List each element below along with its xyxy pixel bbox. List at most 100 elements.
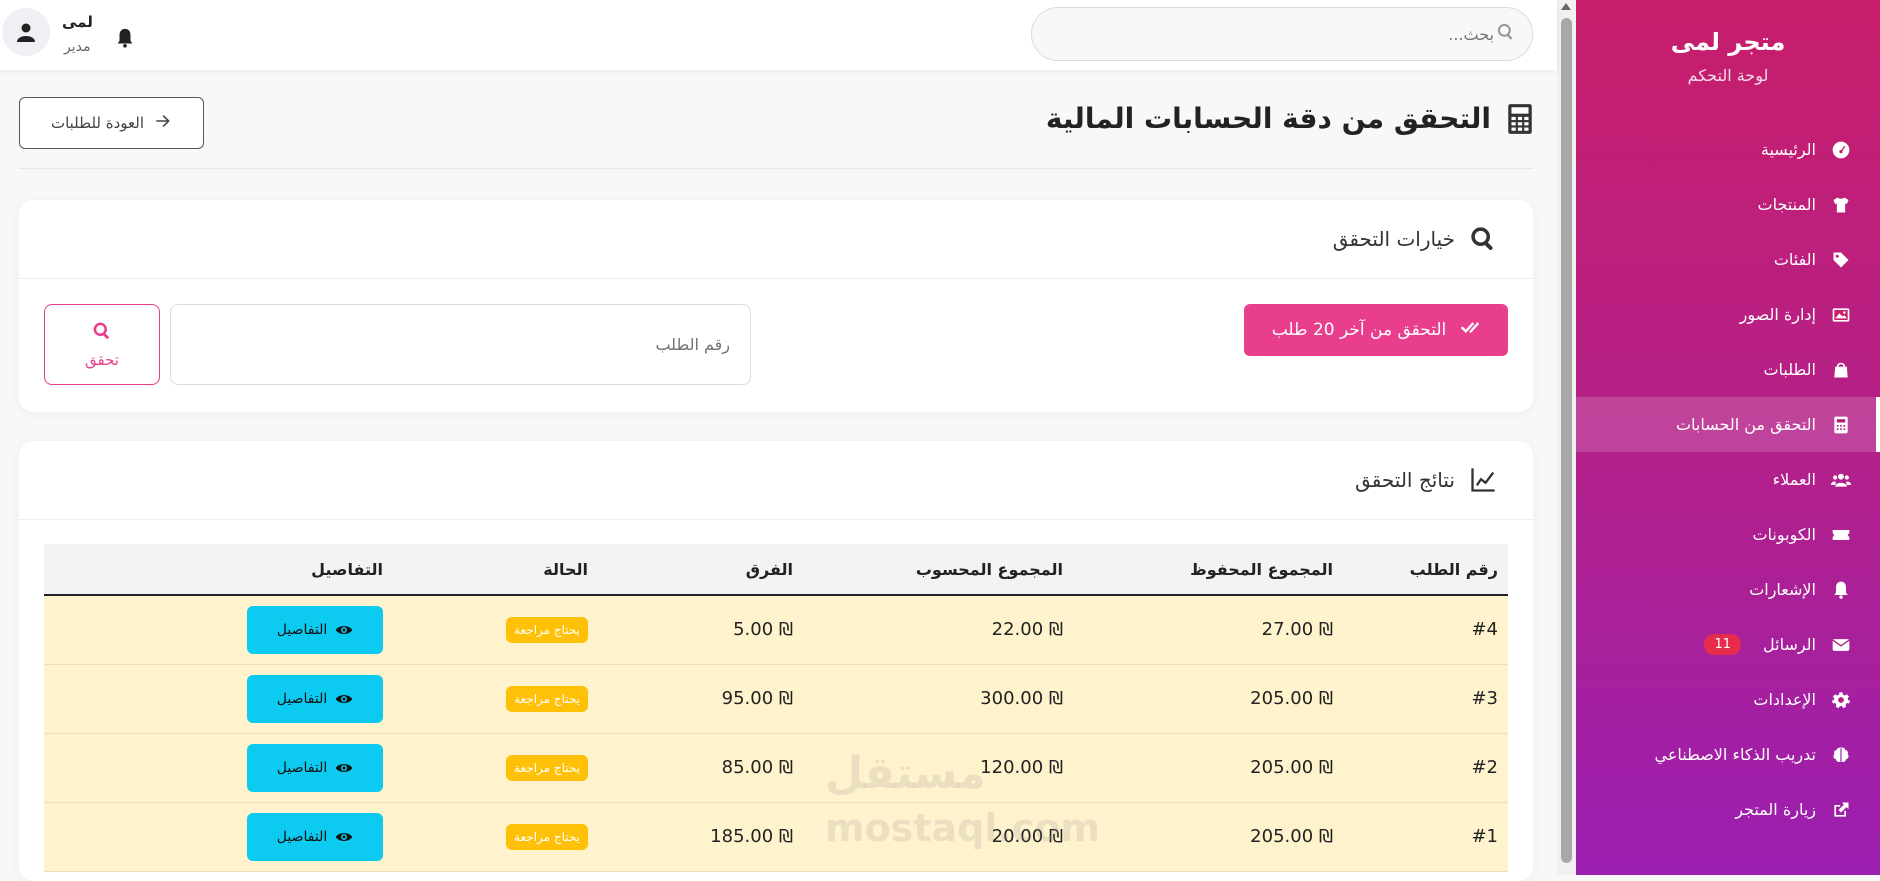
details-button[interactable]: التفاصيل: [247, 743, 383, 792]
calculated-total-cell: ₪ 120.00: [803, 733, 1073, 803]
details-cell: التفاصيل: [44, 733, 393, 803]
notifications-bell-icon[interactable]: [114, 27, 136, 53]
messages-count-badge: 11: [1704, 634, 1741, 655]
column-header[interactable]: التفاصيل: [44, 544, 393, 596]
card-title: نتائج التحقق: [1355, 468, 1455, 492]
column-header[interactable]: المجموع المحسوب: [803, 544, 1073, 596]
search-box[interactable]: [1031, 7, 1533, 61]
sidebar-item-categories[interactable]: الفئات: [1576, 232, 1880, 287]
verification-options-card: خيارات التحقق التحقق من آخر 20 طلب تحقق: [19, 200, 1533, 412]
ticket-icon: [1830, 524, 1852, 546]
sidebar-item-products[interactable]: المنتجات: [1576, 177, 1880, 232]
order-number-cell: #3: [1343, 664, 1508, 734]
sidebar-item-orders[interactable]: الطلبات: [1576, 342, 1880, 397]
order-number-input[interactable]: [170, 304, 751, 385]
eye-icon: [335, 763, 353, 772]
column-header[interactable]: رقم الطلب: [1343, 544, 1508, 596]
tags-icon: [1830, 249, 1852, 271]
double-check-icon: [1460, 318, 1480, 343]
scrollbar-thumb[interactable]: [1561, 18, 1572, 863]
details-button[interactable]: التفاصيل: [247, 812, 383, 861]
verify-button-label: تحقق: [85, 350, 119, 369]
difference-cell: ₪ 185.00: [598, 802, 803, 872]
order-number-cell: #4: [1343, 595, 1508, 665]
sidebar-item-label: زيارة المتجر: [1735, 800, 1816, 819]
calculated-total-cell: ₪ 22.00: [803, 595, 1073, 665]
scroll-up-arrow-icon[interactable]: [1561, 3, 1571, 10]
topbar: لمى مدير: [0, 0, 1557, 70]
brand: متجر لمى لوحة التحكم: [1576, 0, 1880, 122]
users-icon: [1830, 469, 1852, 491]
page-header: التحقق من دقة الحسابات المالية العودة لل…: [19, 70, 1533, 169]
sidebar-item-notifications[interactable]: الإشعارات: [1576, 562, 1880, 617]
calculator-icon: [1508, 103, 1532, 134]
gear-icon: [1830, 689, 1852, 711]
user-name: لمى: [62, 13, 93, 31]
images-icon: [1830, 304, 1852, 326]
sidebar-item-label: إدارة الصور: [1739, 305, 1816, 324]
sidebar-item-coupons[interactable]: الكوبونات: [1576, 507, 1880, 562]
status-badge: يحتاج مراجعة: [506, 823, 588, 850]
sidebar-item-label: الإعدادات: [1753, 690, 1816, 709]
sidebar-item-visit-store[interactable]: زيارة المتجر: [1576, 782, 1880, 837]
details-button-label: التفاصيل: [276, 759, 328, 776]
avatar[interactable]: [2, 8, 50, 56]
sidebar-item-settings[interactable]: الإعدادات: [1576, 672, 1880, 727]
sidebar-item-label: الكوبونات: [1752, 525, 1816, 544]
details-button-label: التفاصيل: [276, 621, 328, 638]
details-cell: التفاصيل: [44, 802, 393, 872]
details-button-label: التفاصيل: [276, 690, 328, 707]
details-button-label: التفاصيل: [276, 828, 328, 845]
brand-title: متجر لمى: [1670, 28, 1786, 56]
sidebar-item-accounts-verify[interactable]: التحقق من الحسابات: [1576, 397, 1880, 452]
back-to-orders-button[interactable]: العودة للطلبات: [19, 97, 204, 149]
column-header[interactable]: الحالة: [393, 544, 598, 596]
status-cell: يحتاج مراجعة: [393, 595, 598, 665]
sidebar-item-label: المنتجات: [1757, 195, 1817, 214]
verify-order-button[interactable]: تحقق: [44, 304, 160, 385]
order-number-cell: #2: [1343, 733, 1508, 803]
details-cell: التفاصيل: [44, 664, 393, 734]
details-cell: التفاصيل: [44, 595, 393, 665]
sidebar-item-home[interactable]: الرئيسية: [1576, 122, 1880, 177]
order-number-cell: #1: [1343, 802, 1508, 872]
table-row: #2 ₪ 205.00 ₪ 120.00 ₪ 85.00 يحتاج مراجع…: [44, 733, 1508, 803]
details-button[interactable]: التفاصيل: [247, 674, 383, 723]
search-input[interactable]: [1056, 23, 1496, 45]
eye-icon: [335, 625, 353, 634]
difference-cell: ₪ 5.00: [598, 595, 803, 665]
page-title: التحقق من دقة الحسابات المالية: [1046, 102, 1533, 135]
verify-last-20-label: التحقق من آخر 20 طلب: [1271, 320, 1447, 340]
status-badge: يحتاج مراجعة: [506, 685, 588, 712]
sidebar-item-label: الرسائل: [1763, 635, 1816, 654]
status-cell: يحتاج مراجعة: [393, 664, 598, 734]
sidebar-nav: الرئيسية المنتجات الفئات إدارة الصور الط…: [1576, 122, 1880, 837]
table-row: #4 ₪ 27.00 ₪ 22.00 ₪ 5.00 يحتاج مراجعة ا…: [44, 595, 1508, 665]
saved-total-cell: ₪ 205.00: [1073, 802, 1343, 872]
details-button[interactable]: التفاصيل: [247, 605, 383, 654]
sidebar-item-images[interactable]: إدارة الصور: [1576, 287, 1880, 342]
sidebar-item-label: تدريب الذكاء الاصطناعي: [1654, 745, 1816, 764]
sidebar-item-label: الفئات: [1773, 250, 1816, 269]
column-header[interactable]: الفرق: [598, 544, 803, 596]
card-header: خيارات التحقق: [19, 200, 1533, 279]
sidebar-item-ai-training[interactable]: تدريب الذكاء الاصطناعي: [1576, 727, 1880, 782]
dashboard-icon: [1830, 139, 1852, 161]
bag-icon: [1830, 359, 1852, 381]
verify-last-20-button[interactable]: التحقق من آخر 20 طلب: [1244, 304, 1508, 356]
vertical-scrollbar[interactable]: [1557, 0, 1576, 875]
sidebar-item-messages[interactable]: الرسائل 11: [1576, 617, 1880, 672]
shirt-icon: [1830, 194, 1852, 216]
search-icon: [1496, 22, 1516, 46]
external-link-icon: [1830, 799, 1852, 821]
results-table: رقم الطلب المجموع المحفوظ المجموع المحسو…: [44, 544, 1508, 872]
card-header: نتائج التحقق: [19, 441, 1533, 520]
sidebar-item-customers[interactable]: العملاء: [1576, 452, 1880, 507]
table-row: #3 ₪ 205.00 ₪ 300.00 ₪ 95.00 يحتاج مراجع…: [44, 664, 1508, 734]
calculated-total-cell: ₪ 20.00: [803, 802, 1073, 872]
saved-total-cell: ₪ 27.00: [1073, 595, 1343, 665]
sidebar: متجر لمى لوحة التحكم الرئيسية المنتجات ا…: [1576, 0, 1880, 875]
card-title: خيارات التحقق: [1332, 227, 1455, 251]
status-cell: يحتاج مراجعة: [393, 802, 598, 872]
column-header[interactable]: المجموع المحفوظ: [1073, 544, 1343, 596]
